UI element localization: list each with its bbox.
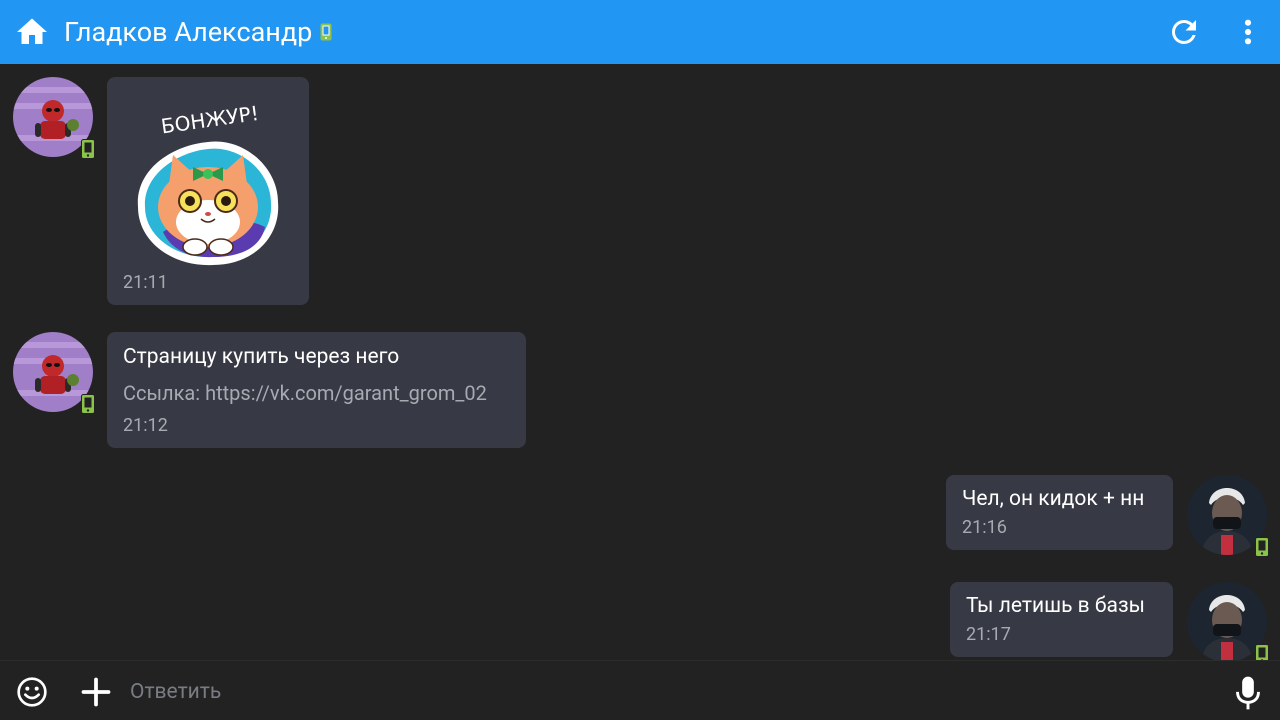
refresh-icon[interactable] — [1166, 14, 1202, 50]
mobile-online-icon — [81, 139, 95, 159]
home-icon[interactable] — [14, 14, 50, 50]
message-time: 21:17 — [966, 624, 1011, 645]
message-time: 21:11 — [123, 272, 168, 293]
message-text: Страницу купить через него — [123, 345, 400, 369]
message-bubble[interactable]: Чел, он кидок + нн 21:16 — [946, 475, 1173, 550]
sticker-kitten: БОНЖУР! — [137, 101, 279, 266]
message-bubble[interactable]: Ты летишь в базы 21:17 — [950, 582, 1173, 657]
page-title: Гладков Александр — [64, 14, 332, 50]
message-text: Ты летишь в базы — [966, 594, 1145, 618]
message-link[interactable]: Ссылка: https://vk.com/garant_grom_02 — [123, 380, 487, 406]
mobile-online-icon — [1255, 537, 1269, 557]
message-bubble[interactable]: БОНЖУР! 21:11 — [107, 77, 309, 305]
message-composer — [0, 660, 1280, 720]
user-avatar[interactable] — [1187, 475, 1269, 557]
app-header: Гладков Александр — [0, 0, 1280, 64]
plus-icon[interactable] — [81, 677, 111, 707]
emoji-icon[interactable] — [16, 676, 48, 708]
user-avatar[interactable] — [1187, 582, 1269, 660]
contact-avatar[interactable] — [13, 77, 95, 159]
message-time: 21:16 — [962, 517, 1007, 538]
contact-name: Гладков Александр — [64, 16, 313, 48]
message-list[interactable]: БОНЖУР! 21:11 Страницу купить через него… — [0, 64, 1280, 660]
message-text: Чел, он кидок + нн — [962, 487, 1145, 511]
contact-avatar[interactable] — [13, 332, 95, 414]
mobile-online-icon — [1255, 644, 1269, 660]
mobile-online-icon — [320, 23, 332, 41]
sticker-caption: БОНЖУР! — [160, 101, 261, 138]
more-vert-icon[interactable] — [1232, 14, 1264, 50]
message-time: 21:12 — [123, 415, 168, 436]
mobile-online-icon — [81, 394, 95, 414]
message-bubble[interactable]: Страницу купить через него Ссылка: https… — [107, 332, 526, 448]
reply-input[interactable] — [130, 673, 1210, 711]
microphone-icon[interactable] — [1234, 675, 1262, 711]
